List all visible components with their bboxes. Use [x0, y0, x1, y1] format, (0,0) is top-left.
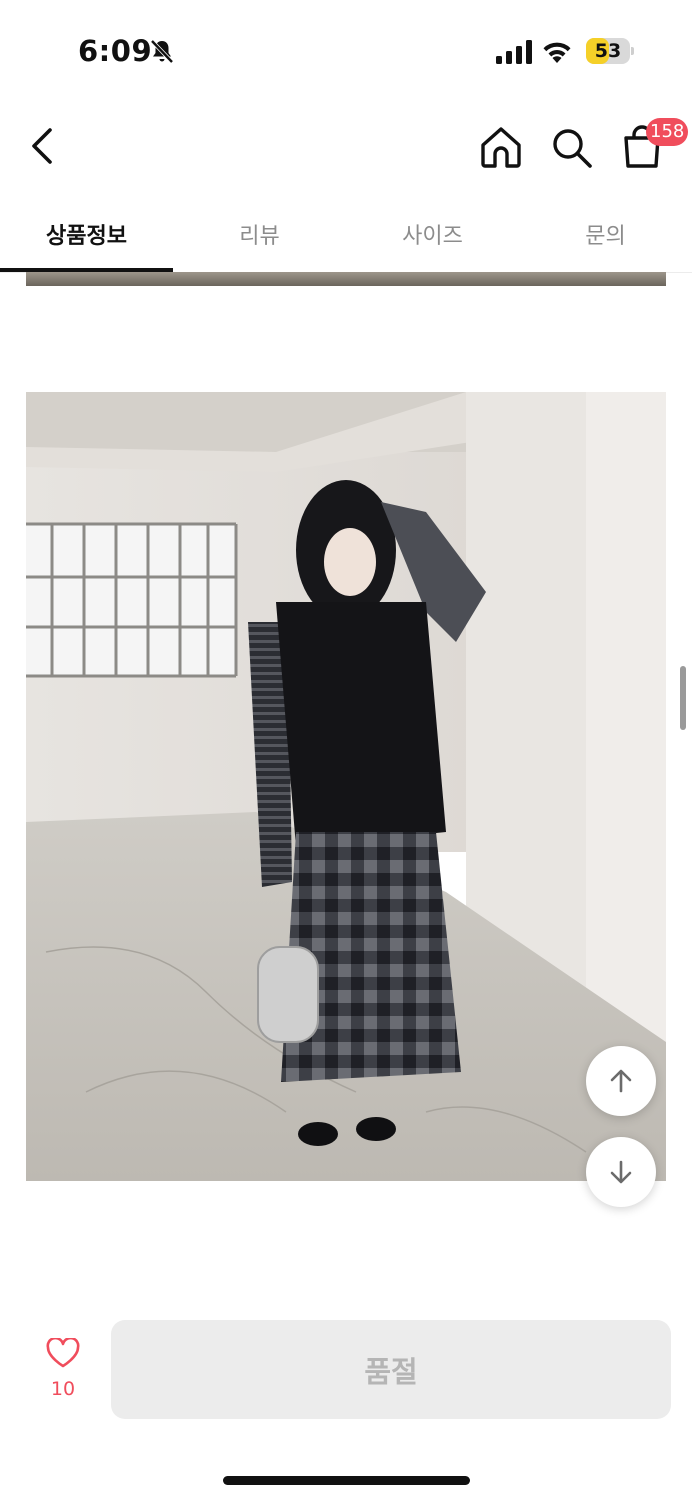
battery-percent: 53 — [594, 40, 622, 62]
arrow-up-icon — [610, 1069, 632, 1093]
soldout-button[interactable]: 품절 — [111, 1320, 671, 1419]
bell-muted-icon — [150, 39, 174, 64]
tab-reviews[interactable]: 리뷰 — [173, 195, 346, 273]
cell-signal-icon — [496, 40, 532, 64]
tab-size[interactable]: 사이즈 — [346, 195, 519, 273]
tab-product-info[interactable]: 상품정보 — [0, 195, 173, 273]
cart-count-badge: 158 — [646, 118, 689, 146]
like-button[interactable]: 10 — [38, 1336, 88, 1408]
product-tabs: 상품정보 리뷰 사이즈 문의 — [0, 195, 692, 273]
search-icon[interactable] — [548, 124, 594, 170]
scroll-to-bottom-button[interactable] — [586, 1137, 656, 1207]
arrow-down-icon — [610, 1160, 632, 1184]
product-photo — [26, 392, 666, 1181]
top-nav — [0, 100, 692, 190]
scroll-to-top-button[interactable] — [586, 1046, 656, 1116]
home-indicator[interactable] — [223, 1476, 470, 1485]
battery-indicator: 53 — [586, 38, 634, 64]
home-icon[interactable] — [478, 124, 524, 170]
scroll-indicator[interactable] — [680, 666, 686, 730]
wifi-icon — [543, 42, 571, 63]
status-bar: 6:09 53 — [0, 0, 692, 100]
status-time: 6:09 — [78, 34, 153, 68]
previous-image-edge — [26, 272, 666, 286]
tab-inquiry[interactable]: 문의 — [519, 195, 692, 273]
like-count: 10 — [50, 1378, 76, 1400]
heart-icon — [46, 1336, 80, 1368]
back-arrow-icon[interactable] — [22, 124, 62, 168]
